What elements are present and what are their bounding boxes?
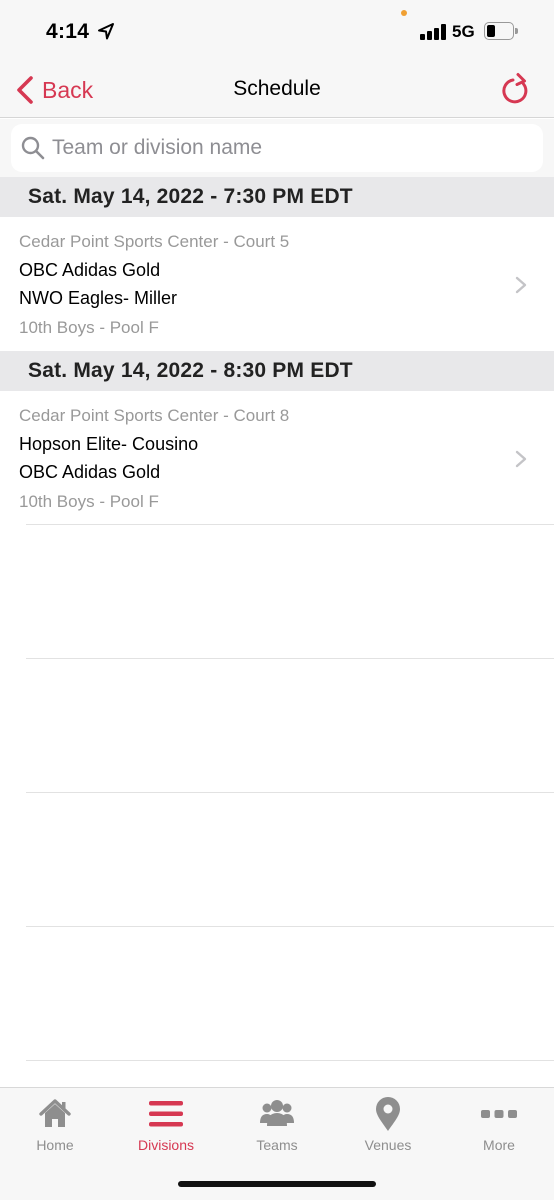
refresh-icon[interactable] [499, 72, 531, 106]
game-team-2: NWO Eagles- Miller [19, 288, 178, 308]
list-icon [149, 1101, 183, 1127]
game-division: 10th Boys - Pool F [19, 318, 159, 337]
row-separator [26, 792, 554, 793]
tab-divisions[interactable]: Divisions [111, 1096, 221, 1158]
network-type: 5G [452, 22, 475, 41]
status-time: 4:14 [46, 20, 90, 43]
tab-more[interactable]: More [444, 1096, 554, 1158]
row-separator [26, 524, 554, 525]
game-team-1: Hopson Elite- Cousino [19, 434, 199, 454]
tab-label: Home [36, 1137, 74, 1153]
search-box[interactable] [11, 124, 543, 172]
tab-teams[interactable]: Teams [222, 1096, 332, 1158]
home-icon [39, 1099, 71, 1127]
game-division: 10th Boys - Pool F [19, 492, 159, 511]
row-separator [26, 658, 554, 659]
ellipsis-icon [481, 1110, 517, 1118]
location-arrow-icon [98, 23, 114, 40]
row-separator [26, 1060, 554, 1061]
tab-label: Teams [256, 1137, 298, 1153]
tab-home[interactable]: Home [0, 1096, 110, 1158]
game-team-2: OBC Adidas Gold [19, 462, 161, 482]
home-indicator [178, 1181, 376, 1187]
game-row[interactable]: Cedar Point Sports Center - Court 8 Hops… [0, 391, 554, 525]
map-pin-icon [376, 1097, 400, 1131]
page-title: Schedule [233, 77, 321, 100]
tab-venues[interactable]: Venues [333, 1096, 443, 1158]
battery-icon [484, 22, 518, 40]
navigation-bar: Back Schedule [0, 62, 554, 118]
section-header-text: Sat. May 14, 2022 - 7:30 PM EDT [28, 185, 353, 208]
privacy-indicator-dot [401, 10, 407, 16]
game-team-1: OBC Adidas Gold [19, 260, 161, 280]
section-header-date: Sat. May 14, 2022 - 7:30 PM EDT [0, 177, 554, 217]
game-row[interactable]: Cedar Point Sports Center - Court 5 OBC … [0, 217, 554, 351]
tab-label: Venues [364, 1137, 412, 1153]
search-icon [21, 136, 45, 160]
section-header-text: Sat. May 14, 2022 - 8:30 PM EDT [28, 359, 353, 382]
status-bar: 4:14 5G [0, 0, 554, 62]
cellular-signal-icon [420, 24, 446, 40]
tab-label: More [483, 1137, 515, 1153]
search-input[interactable] [52, 136, 512, 160]
section-header-date: Sat. May 14, 2022 - 8:30 PM EDT [0, 351, 554, 391]
chevron-right-icon [515, 450, 527, 468]
row-separator [26, 926, 554, 927]
tab-label: Divisions [137, 1137, 194, 1153]
game-venue: Cedar Point Sports Center - Court 5 [19, 232, 290, 251]
people-icon [260, 1100, 294, 1126]
search-bar [0, 119, 554, 177]
chevron-right-icon [515, 276, 527, 294]
game-venue: Cedar Point Sports Center - Court 8 [19, 406, 290, 425]
